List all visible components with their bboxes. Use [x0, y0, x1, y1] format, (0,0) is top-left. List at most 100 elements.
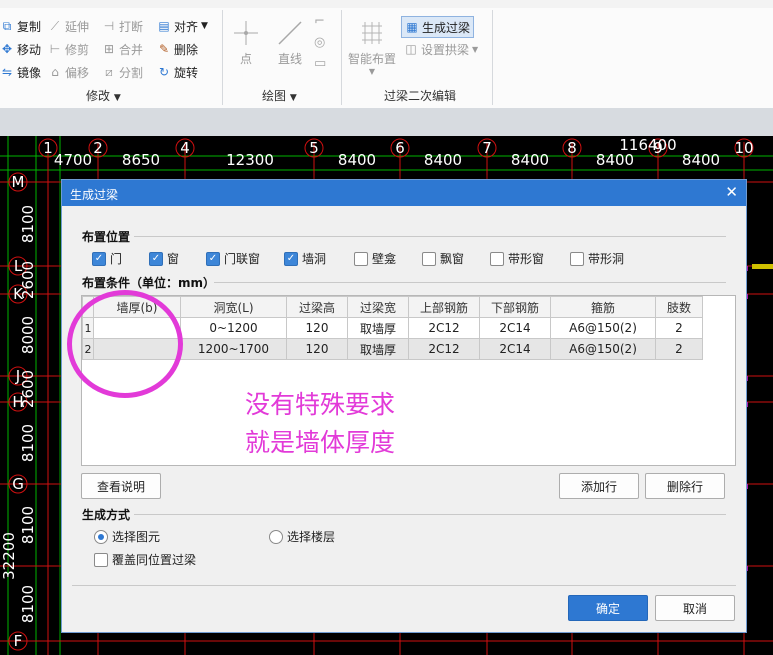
total-dimension: 32200 [0, 532, 18, 580]
column-header[interactable]: 洞宽(L) [180, 296, 287, 318]
polyline-icon[interactable]: ⌐ [314, 14, 326, 29]
copy-icon: ⧉ [2, 19, 12, 33]
check-icon: ✓ [284, 251, 298, 266]
rotate-icon: ↻ [158, 65, 170, 79]
annotation-text-line1: 没有特殊要求 [245, 390, 396, 419]
table-cell[interactable]: 120 [286, 317, 348, 339]
group-divider [341, 10, 342, 105]
checkbox-door[interactable]: ✓ 门 [92, 250, 122, 267]
dialog-titlebar[interactable]: 生成过梁 ✕ [62, 180, 746, 206]
dimension-label: 12300 [226, 151, 274, 169]
generate-lintel-button[interactable]: ▦ 生成过梁 [401, 16, 475, 38]
copy-button[interactable]: ⧉ 复制 [0, 16, 41, 36]
move-button[interactable]: ✥ 移动 [0, 39, 41, 59]
rectangle-icon[interactable]: ▭ [314, 56, 326, 71]
split-icon: ⧄ [105, 65, 113, 79]
generate-lintel-dialog: 生成过梁 ✕ 布置位置 ✓ 门 ✓ 窗 ✓ 门联窗 ✓ 墙洞 壁龛 飘窗 带形窗 带形洞… [61, 179, 747, 633]
add-row-button[interactable]: 添加行 [559, 473, 639, 499]
ribbon-toolbar: ⧉ 复制 ⟋ 延伸 ⊣ 打断 ▤ 对齐 ▼ ✥ 移动 ⊢ 修剪 ⊞ 合并 ✎ 删除 ⇋ 镜像 ⌂ 偏移… [0, 0, 773, 109]
delete-button[interactable]: ✎ 删除 [157, 39, 198, 59]
cancel-button[interactable]: 取消 [655, 595, 735, 621]
column-header[interactable]: 肢数 [655, 296, 703, 318]
dimension-label: 2600 [19, 370, 37, 408]
rotate-button[interactable]: ↻ 旋转 [157, 62, 198, 82]
dimension-label: 8400 [682, 151, 720, 169]
move-icon: ✥ [1, 42, 13, 56]
checkbox-wall-opening[interactable]: ✓ 墙洞 [284, 250, 326, 267]
line-tool-button[interactable]: 直线 [273, 16, 307, 67]
dimension-label: 4700 [54, 151, 92, 169]
ribbon-top-strip [0, 0, 773, 8]
table-cell[interactable]: 2C12 [408, 317, 480, 339]
column-header[interactable]: 上部钢筋 [408, 296, 480, 318]
table-cell[interactable]: 2 [655, 317, 703, 339]
delete-row-button[interactable]: 删除行 [645, 473, 725, 499]
chevron-down-icon: ▼ [289, 93, 297, 103]
draw-group-label[interactable]: 绘图 ▼ [262, 87, 297, 104]
break-button[interactable]: ⊣ 打断 [102, 16, 143, 36]
table-cell[interactable]: 2C12 [408, 338, 480, 360]
split-button[interactable]: ⧄ 分割 [102, 62, 143, 82]
merge-button[interactable]: ⊞ 合并 [102, 39, 143, 59]
column-header[interactable]: 箍筋 [550, 296, 656, 318]
mirror-button[interactable]: ⇋ 镜像 [0, 62, 41, 82]
table-cell[interactable]: 2C14 [479, 338, 551, 360]
close-icon[interactable]: ✕ [725, 183, 738, 201]
offset-button[interactable]: ⌂ 偏移 [48, 62, 89, 82]
trim-button[interactable]: ⊢ 修剪 [48, 39, 89, 59]
lintel-conditions-table: 墙厚(b) 洞宽(L) 过梁高 过梁宽 上部钢筋 下部钢筋 箍筋 肢数 1 0~… [81, 295, 736, 466]
axis-label: G [12, 475, 24, 493]
dimension-label: 8000 [19, 316, 37, 354]
dimension-label: 2600 [19, 261, 37, 299]
table-cell[interactable]: 2C14 [479, 317, 551, 339]
align-button[interactable]: ▤ 对齐 ▼ [157, 16, 208, 36]
set-arch-beam-button[interactable]: ◫ 设置拱梁 ▼ [404, 39, 478, 59]
checkbox-strip-window[interactable]: 带形窗 [490, 250, 544, 267]
extend-icon: ⟋ [50, 19, 60, 33]
check-icon: ✓ [206, 251, 220, 266]
ok-button[interactable]: 确定 [568, 595, 648, 621]
section-divider [134, 236, 726, 237]
point-tool-button[interactable]: 点 [229, 16, 263, 67]
checkbox-overwrite-lintel[interactable]: 覆盖同位置过梁 [94, 551, 196, 568]
point-icon [229, 16, 263, 50]
merge-icon: ⊞ [103, 42, 115, 56]
chevron-down-icon: ▼ [113, 93, 121, 103]
smart-layout-button[interactable]: 智能布置 ▼ [348, 16, 396, 76]
offset-icon: ⌂ [51, 65, 59, 79]
table-cell[interactable]: 取墙厚 [347, 338, 409, 360]
table-cell[interactable]: 2 [655, 338, 703, 360]
table-cell[interactable]: A6@150(2) [550, 317, 656, 339]
table-cell[interactable]: 0~1200 [180, 317, 287, 339]
checkbox-window[interactable]: ✓ 窗 [149, 250, 179, 267]
group-divider [492, 10, 493, 105]
radio-select-floor[interactable]: 选择楼层 [269, 528, 335, 545]
checkbox-bay-window[interactable]: 飘窗 [422, 250, 464, 267]
group-divider [222, 10, 223, 105]
modify-group-label[interactable]: 修改 ▼ [86, 87, 121, 104]
table-cell[interactable]: 120 [286, 338, 348, 360]
draw-small-tools: ⌐ ◎ ▭ [314, 14, 326, 71]
annotation-text-line2: 就是墙体厚度 [245, 428, 396, 457]
dimension-label: 8100 [19, 585, 37, 623]
conditions-section-title: 布置条件（单位：mm） [82, 276, 216, 290]
radio-select-element[interactable]: 选择图元 [94, 528, 160, 545]
table-cell[interactable]: 1200~1700 [180, 338, 287, 360]
column-header[interactable]: 过梁宽 [347, 296, 409, 318]
checkbox-door-window[interactable]: ✓ 门联窗 [206, 250, 260, 267]
arch-beam-icon: ◫ [405, 42, 417, 56]
table-header-row: 墙厚(b) 洞宽(L) 过梁高 过梁宽 上部钢筋 下部钢筋 箍筋 肢数 [82, 296, 703, 318]
view-help-button[interactable]: 查看说明 [81, 473, 161, 499]
check-icon: ✓ [92, 251, 106, 266]
axis-label: 5 [309, 139, 319, 157]
column-header[interactable]: 下部钢筋 [479, 296, 551, 318]
table-cell[interactable]: A6@150(2) [550, 338, 656, 360]
circle-icon[interactable]: ◎ [314, 35, 326, 50]
checkbox-niche[interactable]: 壁龛 [354, 250, 396, 267]
table-cell[interactable]: 取墙厚 [347, 317, 409, 339]
axis-label: 10 [734, 139, 753, 157]
checkbox-strip-opening[interactable]: 带形洞 [570, 250, 624, 267]
dimension-label: 8100 [19, 424, 37, 462]
extend-button[interactable]: ⟋ 延伸 [48, 16, 89, 36]
column-header[interactable]: 过梁高 [286, 296, 348, 318]
